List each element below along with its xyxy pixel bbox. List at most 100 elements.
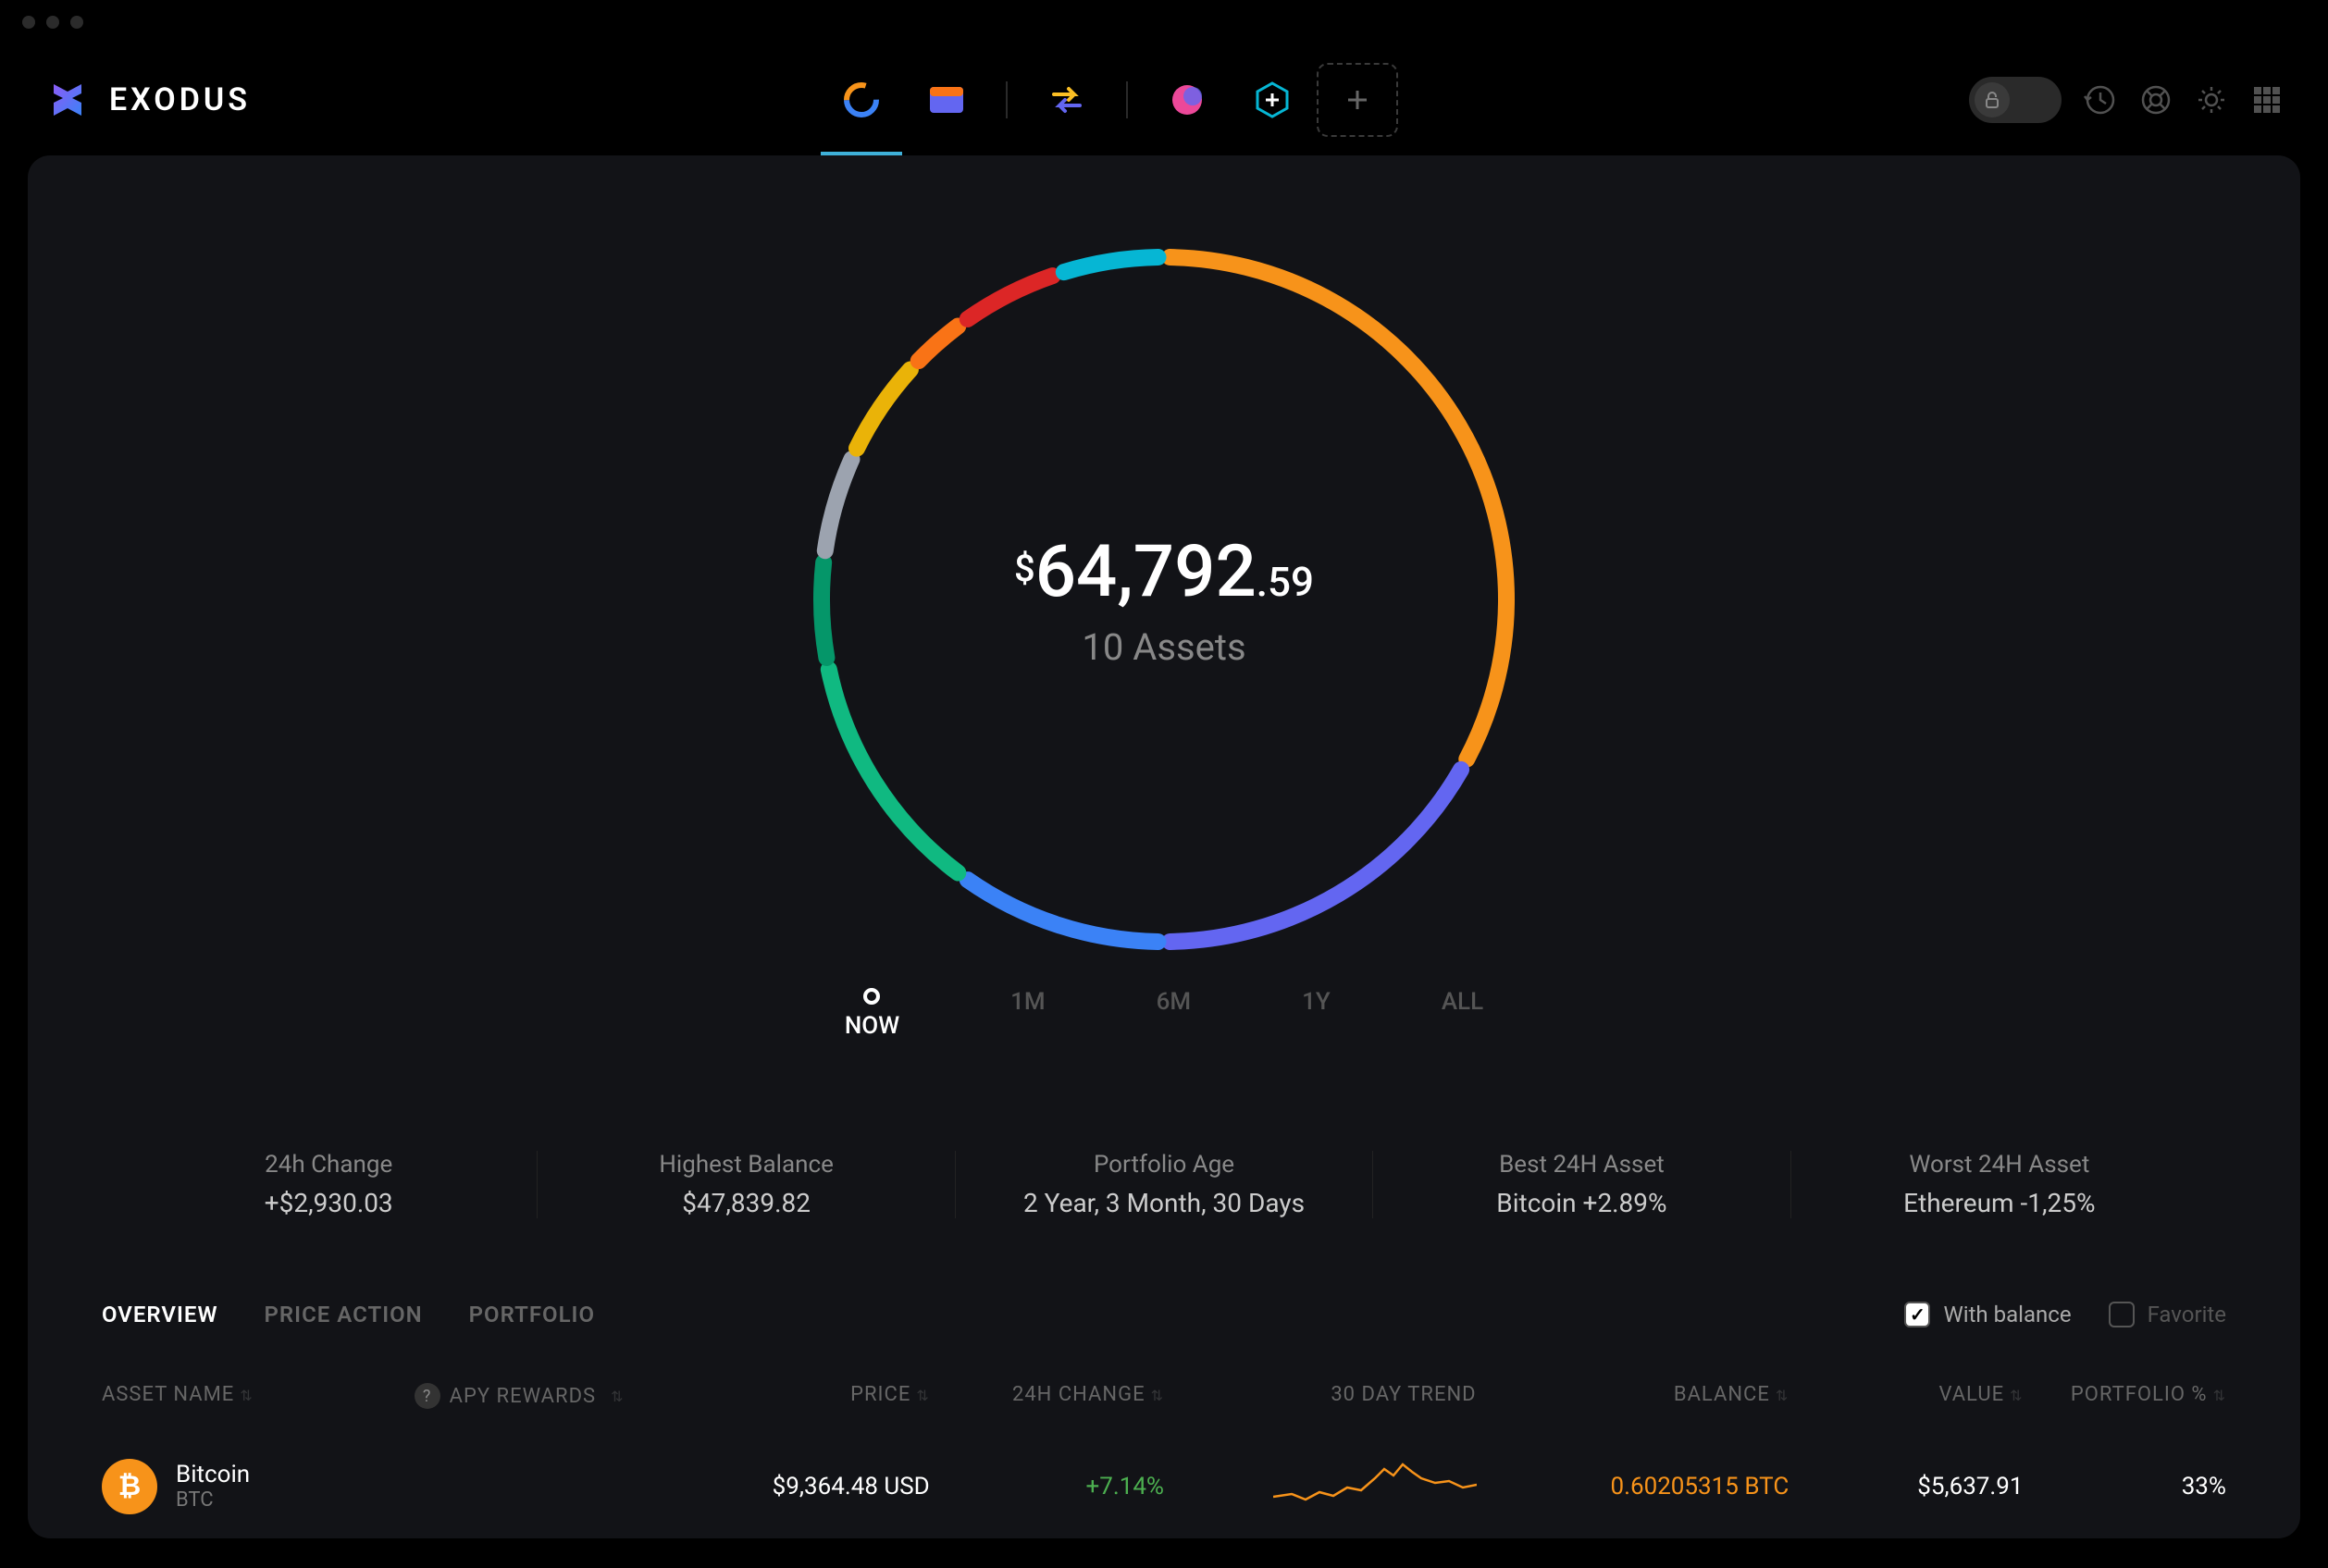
logo-icon: [44, 77, 91, 123]
time-range-1y[interactable]: 1Y: [1302, 988, 1331, 1040]
donut-segment[interactable]: [825, 459, 852, 550]
stat-item: Best 24H Asset Bitcoin +2.89%: [1372, 1151, 1789, 1218]
asset-balance: 0.60205315 BTC: [1477, 1473, 1789, 1500]
help-icon[interactable]: ?: [415, 1383, 440, 1409]
active-dot-icon: [863, 988, 880, 1005]
hexagon-plus-icon: [1252, 80, 1293, 120]
stat-item: 24h Change +$2,930.03: [120, 1151, 537, 1218]
grid-icon[interactable]: [2250, 83, 2284, 117]
donut-segment[interactable]: [968, 880, 1158, 942]
donut-segment[interactable]: [1170, 770, 1461, 942]
asset-trend: [1164, 1455, 1477, 1517]
titlebar: [0, 0, 2328, 44]
donut-segment[interactable]: [1170, 257, 1506, 759]
logo-text: EXODUS: [109, 81, 251, 118]
time-range-all[interactable]: ALL: [1442, 988, 1483, 1040]
asset-icon: ₿: [102, 1459, 157, 1514]
exchange-icon: [1046, 81, 1087, 118]
checkbox-icon: [1904, 1302, 1930, 1327]
balance-main: 64,792: [1035, 530, 1257, 614]
donut-segment[interactable]: [1064, 257, 1158, 272]
time-range-1m[interactable]: 1M: [1010, 988, 1046, 1040]
tab-portfolio[interactable]: PORTFOLIO: [469, 1302, 595, 1327]
lock-toggle[interactable]: [1969, 77, 2062, 123]
donut-chart-icon: [841, 80, 882, 120]
stat-value: Bitcoin +2.89%: [1373, 1188, 1789, 1218]
col-24h-change[interactable]: 24H CHANGE⇅: [930, 1383, 1164, 1409]
plus-icon: [1344, 87, 1370, 113]
col-value[interactable]: VALUE⇅: [1789, 1383, 2023, 1409]
sparkline-icon: [1273, 1455, 1477, 1511]
stat-label: Highest Balance: [538, 1151, 954, 1179]
filter-favorite[interactable]: Favorite: [2109, 1302, 2226, 1327]
col-30d-trend: 30 DAY TREND: [1164, 1383, 1477, 1409]
col-price[interactable]: PRICE⇅: [696, 1383, 930, 1409]
main-nav: [821, 63, 1398, 137]
donut-segment[interactable]: [857, 369, 910, 448]
filter-label: Favorite: [2148, 1302, 2226, 1327]
time-range-selector: NOW 1M 6M 1Y ALL: [845, 988, 1483, 1040]
checkbox-icon: [2109, 1302, 2135, 1327]
table-tabs: OVERVIEW PRICE ACTION PORTFOLIO: [102, 1302, 595, 1327]
stat-item: Highest Balance $47,839.82: [537, 1151, 954, 1218]
time-range-label: ALL: [1442, 988, 1483, 1016]
nav-apps[interactable]: [1146, 63, 1228, 137]
minimize-window-icon[interactable]: [46, 16, 59, 29]
nav-divider: [1126, 81, 1128, 118]
history-icon[interactable]: [2084, 83, 2117, 117]
nav-wallet[interactable]: [906, 63, 987, 137]
time-range-now[interactable]: NOW: [845, 988, 899, 1040]
nav-integrations[interactable]: [1232, 63, 1313, 137]
assets-table-section: OVERVIEW PRICE ACTION PORTFOLIO With balan…: [28, 1265, 2300, 1545]
time-range-6m[interactable]: 6M: [1157, 988, 1192, 1040]
time-range-label: NOW: [845, 1012, 899, 1040]
lock-icon: [1983, 91, 2001, 109]
app-header: EXODUS: [0, 44, 2328, 155]
col-apy-rewards[interactable]: ?APY REWARDS⇅: [415, 1383, 696, 1409]
wallet-icon: [926, 81, 967, 118]
asset-portfolio-pct: 33%: [2024, 1473, 2226, 1500]
col-balance[interactable]: BALANCE⇅: [1477, 1383, 1789, 1409]
asset-price: $9,364.48 USD: [696, 1473, 930, 1500]
support-icon[interactable]: [2139, 83, 2173, 117]
filter-label: With balance: [1943, 1302, 2071, 1327]
stat-label: 24h Change: [120, 1151, 537, 1179]
stat-label: Worst 24H Asset: [1791, 1151, 2208, 1179]
tab-price-action[interactable]: PRICE ACTION: [265, 1302, 423, 1327]
donut-segment[interactable]: [968, 276, 1053, 319]
gear-icon[interactable]: [2195, 83, 2228, 117]
nav-add-button[interactable]: [1317, 63, 1398, 137]
maximize-window-icon[interactable]: [70, 16, 83, 29]
col-asset-name[interactable]: ASSET NAME⇅: [102, 1383, 415, 1409]
asset-change: +7.14%: [930, 1473, 1164, 1500]
stat-value: Ethereum -1,25%: [1791, 1188, 2208, 1218]
donut-segment[interactable]: [919, 327, 959, 362]
table-header: ASSET NAME⇅ ?APY REWARDS⇅ PRICE⇅ 24H CHA…: [102, 1364, 2226, 1427]
nav-portfolio[interactable]: [821, 63, 902, 137]
stat-value: $47,839.82: [538, 1188, 954, 1218]
stat-item: Portfolio Age2 Year, 3 Month, 30 Days: [955, 1151, 1372, 1218]
nav-exchange[interactable]: [1026, 63, 1108, 137]
assets-count: 10 Assets: [1014, 625, 1314, 669]
donut-segment[interactable]: [829, 670, 959, 873]
asset-value: $5,637.91: [1789, 1473, 2023, 1500]
portfolio-chart-section: $64,792.59 10 Assets NOW 1M 6M 1Y ALL: [28, 192, 2300, 1077]
asset-ticker: BTC: [176, 1488, 250, 1512]
donut-segment[interactable]: [822, 562, 826, 658]
filter-with-balance[interactable]: With balance: [1904, 1302, 2071, 1327]
logo: EXODUS: [44, 77, 251, 123]
stat-value: +$2,930.03: [120, 1188, 537, 1218]
col-portfolio-pct[interactable]: PORTFOLIO %⇅: [2024, 1383, 2226, 1409]
portfolio-stats: 24h Change +$2,930.03Highest Balance $47,8…: [28, 1105, 2300, 1265]
close-window-icon[interactable]: [22, 16, 35, 29]
tab-overview[interactable]: OVERVIEW: [102, 1302, 218, 1327]
stat-value: 2 Year, 3 Month, 30 Days: [956, 1188, 1372, 1218]
portfolio-balance: $64,792.59 10 Assets: [1014, 530, 1314, 669]
stat-label: Best 24H Asset: [1373, 1151, 1789, 1179]
table-filters: With balance Favorite: [1904, 1302, 2226, 1327]
header-actions: [1969, 77, 2284, 123]
time-range-label: 1M: [1010, 988, 1046, 1016]
time-range-label: 1Y: [1302, 988, 1331, 1016]
time-range-label: 6M: [1157, 988, 1192, 1016]
table-row[interactable]: ₿ Bitcoin BTC $9,364.48 USD +7.14% 0.602…: [102, 1427, 2226, 1545]
